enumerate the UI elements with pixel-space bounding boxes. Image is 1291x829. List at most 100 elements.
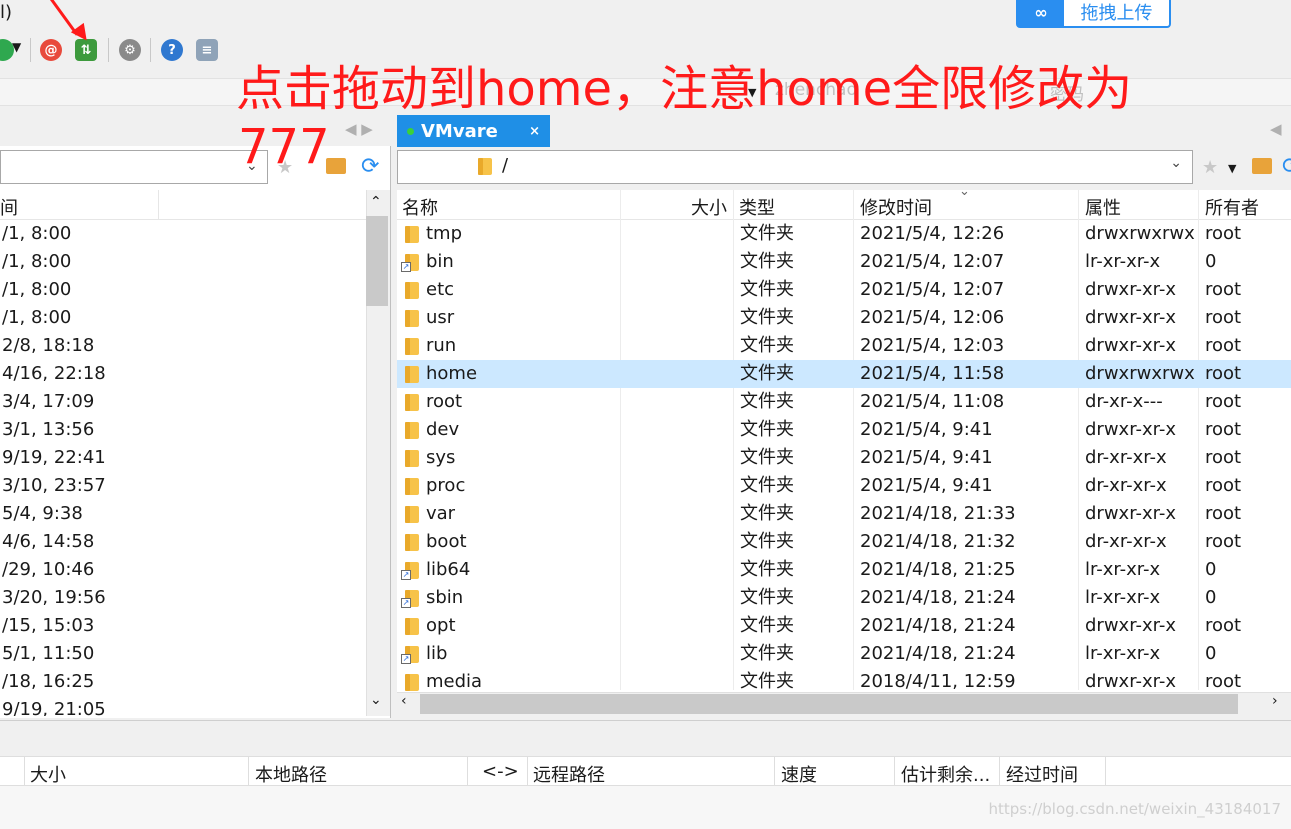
cell-mtime: 2021/4/18, 21:25 [860, 559, 1016, 580]
table-row[interactable]: boot 文件夹 2021/4/18, 21:32 dr-xr-xr-x root [397, 528, 1291, 556]
help-icon[interactable]: ? [161, 39, 183, 61]
remote-path-input[interactable]: / ⌄ [397, 150, 1193, 184]
column-header-mtime[interactable]: 修改时间 [860, 194, 932, 220]
table-row[interactable]: ↗ bin 文件夹 2021/5/4, 12:07 lr-xr-xr-x 0 [397, 248, 1291, 276]
table-row[interactable]: ↗ lib 文件夹 2021/4/18, 21:24 lr-xr-xr-x 0 [397, 640, 1291, 668]
cell-type: 文件夹 [740, 223, 794, 244]
folder-icon [405, 674, 419, 691]
queue-col-local[interactable]: 本地路径 [255, 761, 327, 787]
list-item[interactable]: /15, 15:03 [0, 612, 366, 640]
column-divider [527, 757, 528, 787]
column-header-owner[interactable]: 所有者 [1205, 194, 1259, 220]
dropdown-arrow-icon[interactable]: ▼ [1228, 162, 1236, 175]
refresh-icon[interactable]: ⟳ [361, 154, 379, 179]
queue-col-remote[interactable]: 远程路径 [533, 761, 605, 787]
table-row[interactable]: etc 文件夹 2021/5/4, 12:07 drwxr-xr-x root [397, 276, 1291, 304]
table-row[interactable]: var 文件夹 2021/4/18, 21:33 drwxr-xr-x root [397, 500, 1291, 528]
scroll-up-icon[interactable]: ⌃ [370, 194, 382, 210]
list-item[interactable]: /1, 8:00 [0, 304, 366, 332]
table-row[interactable]: opt 文件夹 2021/4/18, 21:24 drwxr-xr-x root [397, 612, 1291, 640]
cell-attr: drwxr-xr-x [1085, 307, 1176, 328]
list-item[interactable]: 9/19, 21:05 [0, 696, 366, 716]
cell-mtime: 2021/5/4, 9:41 [860, 447, 993, 468]
star-icon[interactable]: ★ [1202, 157, 1218, 178]
cell-owner: root [1205, 671, 1242, 692]
queue-col-size[interactable]: 大小 [30, 761, 66, 787]
list-item[interactable]: 3/4, 17:09 [0, 388, 366, 416]
scroll-left-icon[interactable]: ‹ [401, 693, 407, 709]
list-item[interactable]: /29, 10:46 [0, 556, 366, 584]
close-icon[interactable]: × [529, 124, 540, 139]
dropdown-arrow-icon[interactable]: ▼ [12, 40, 21, 54]
column-divider [1105, 757, 1106, 787]
chevron-down-icon[interactable]: ⌄ [1170, 155, 1182, 171]
folder-icon [405, 422, 419, 439]
folder-icon [405, 366, 419, 383]
table-row[interactable]: ↗ sbin 文件夹 2021/4/18, 21:24 lr-xr-xr-x 0 [397, 584, 1291, 612]
cell-type: 文件夹 [740, 251, 794, 272]
cell-attr: drwxr-xr-x [1085, 615, 1176, 636]
cell-mtime: 2021/5/4, 12:07 [860, 279, 1005, 300]
table-row[interactable]: usr 文件夹 2021/5/4, 12:06 drwxr-xr-x root [397, 304, 1291, 332]
folder-icon [405, 450, 419, 467]
drag-upload-button[interactable]: ∞ 拖拽上传 [1016, 0, 1171, 28]
cell-mtime: 2021/5/4, 9:41 [860, 475, 993, 496]
cell-name: usr [426, 307, 455, 328]
scroll-down-icon[interactable]: ⌄ [370, 692, 382, 708]
list-item[interactable]: /1, 8:00 [0, 220, 366, 248]
list-item[interactable]: 5/4, 9:38 [0, 500, 366, 528]
refresh-icon[interactable]: ⟳ [1282, 154, 1291, 179]
local-path-input[interactable] [0, 150, 268, 184]
remote-hscroll-thumb[interactable] [420, 694, 1238, 714]
queue-col-eta[interactable]: 估计剩余... [901, 761, 990, 787]
left-nav-arrows-icon[interactable]: ◀ ▶ [345, 120, 373, 138]
list-item[interactable]: 4/6, 14:58 [0, 528, 366, 556]
table-row[interactable]: proc 文件夹 2021/5/4, 9:41 dr-xr-xr-x root [397, 472, 1291, 500]
list-item[interactable]: 2/8, 18:18 [0, 332, 366, 360]
table-row[interactable]: run 文件夹 2021/5/4, 12:03 drwxr-xr-x root [397, 332, 1291, 360]
cell-owner: 0 [1205, 587, 1217, 608]
queue-col-direction[interactable]: <-> [482, 761, 519, 782]
list-item[interactable]: /18, 16:25 [0, 668, 366, 696]
list-item[interactable]: 9/19, 22:41 [0, 444, 366, 472]
cell-name: home [426, 363, 478, 384]
transfer-queue-header: 大小 本地路径 <-> 远程路径 速度 估计剩余... 经过时间 [0, 756, 1291, 787]
table-row[interactable]: sys 文件夹 2021/5/4, 9:41 dr-xr-xr-x root [397, 444, 1291, 472]
cell-type: 文件夹 [740, 279, 794, 300]
table-row[interactable]: media 文件夹 2018/4/11, 12:59 drwxr-xr-x root [397, 668, 1291, 692]
list-item[interactable]: 5/1, 11:50 [0, 640, 366, 668]
cell-type: 文件夹 [740, 447, 794, 468]
list-item[interactable]: 3/1, 13:56 [0, 416, 366, 444]
queue-col-speed[interactable]: 速度 [781, 761, 817, 787]
column-header-mtime[interactable]: 间 [0, 194, 18, 220]
table-row[interactable]: dev 文件夹 2021/5/4, 9:41 drwxr-xr-x root [397, 416, 1291, 444]
column-header-attr[interactable]: 属性 [1085, 194, 1121, 220]
list-item[interactable]: /1, 8:00 [0, 248, 366, 276]
table-row[interactable]: root 文件夹 2021/5/4, 11:08 dr-xr-x--- root [397, 388, 1291, 416]
gear-icon[interactable]: ⚙ [119, 39, 141, 61]
column-header-name[interactable]: 名称 [402, 194, 438, 220]
list-item[interactable]: 4/16, 22:18 [0, 360, 366, 388]
table-row[interactable]: ↗ lib64 文件夹 2021/4/18, 21:25 lr-xr-xr-x 0 [397, 556, 1291, 584]
tab-scroll-left-icon[interactable]: ◀ [1270, 120, 1282, 138]
symlink-badge-icon: ↗ [401, 262, 411, 272]
scroll-right-icon[interactable]: › [1272, 693, 1278, 709]
column-header-size[interactable]: 大小 [691, 194, 727, 220]
cell-name: sys [426, 447, 456, 468]
table-row[interactable]: home 文件夹 2021/5/4, 11:58 drwxrwxrwx root [397, 360, 1291, 388]
local-vscroll-thumb[interactable] [366, 216, 388, 306]
menu-fragment[interactable]: l) [0, 2, 12, 23]
queue-col-elapsed[interactable]: 经过时间 [1006, 761, 1078, 787]
chat-icon[interactable]: ≡ [196, 39, 218, 61]
list-item[interactable]: 3/10, 23:57 [0, 472, 366, 500]
column-header-type[interactable]: 类型 [739, 194, 775, 220]
list-item[interactable]: 3/20, 19:56 [0, 584, 366, 612]
tab-vmvare[interactable]: VMvare × [397, 115, 550, 147]
remote-path-value: / [502, 155, 509, 176]
cloud-icon: ∞ [1018, 0, 1064, 26]
home-folder-icon[interactable] [1252, 158, 1272, 174]
table-row[interactable]: tmp 文件夹 2021/5/4, 12:26 drwxrwxrwx root [397, 220, 1291, 248]
cell-attr: drwxr-xr-x [1085, 279, 1176, 300]
list-item[interactable]: /1, 8:00 [0, 276, 366, 304]
red-swirl-icon[interactable]: @ [40, 39, 62, 61]
